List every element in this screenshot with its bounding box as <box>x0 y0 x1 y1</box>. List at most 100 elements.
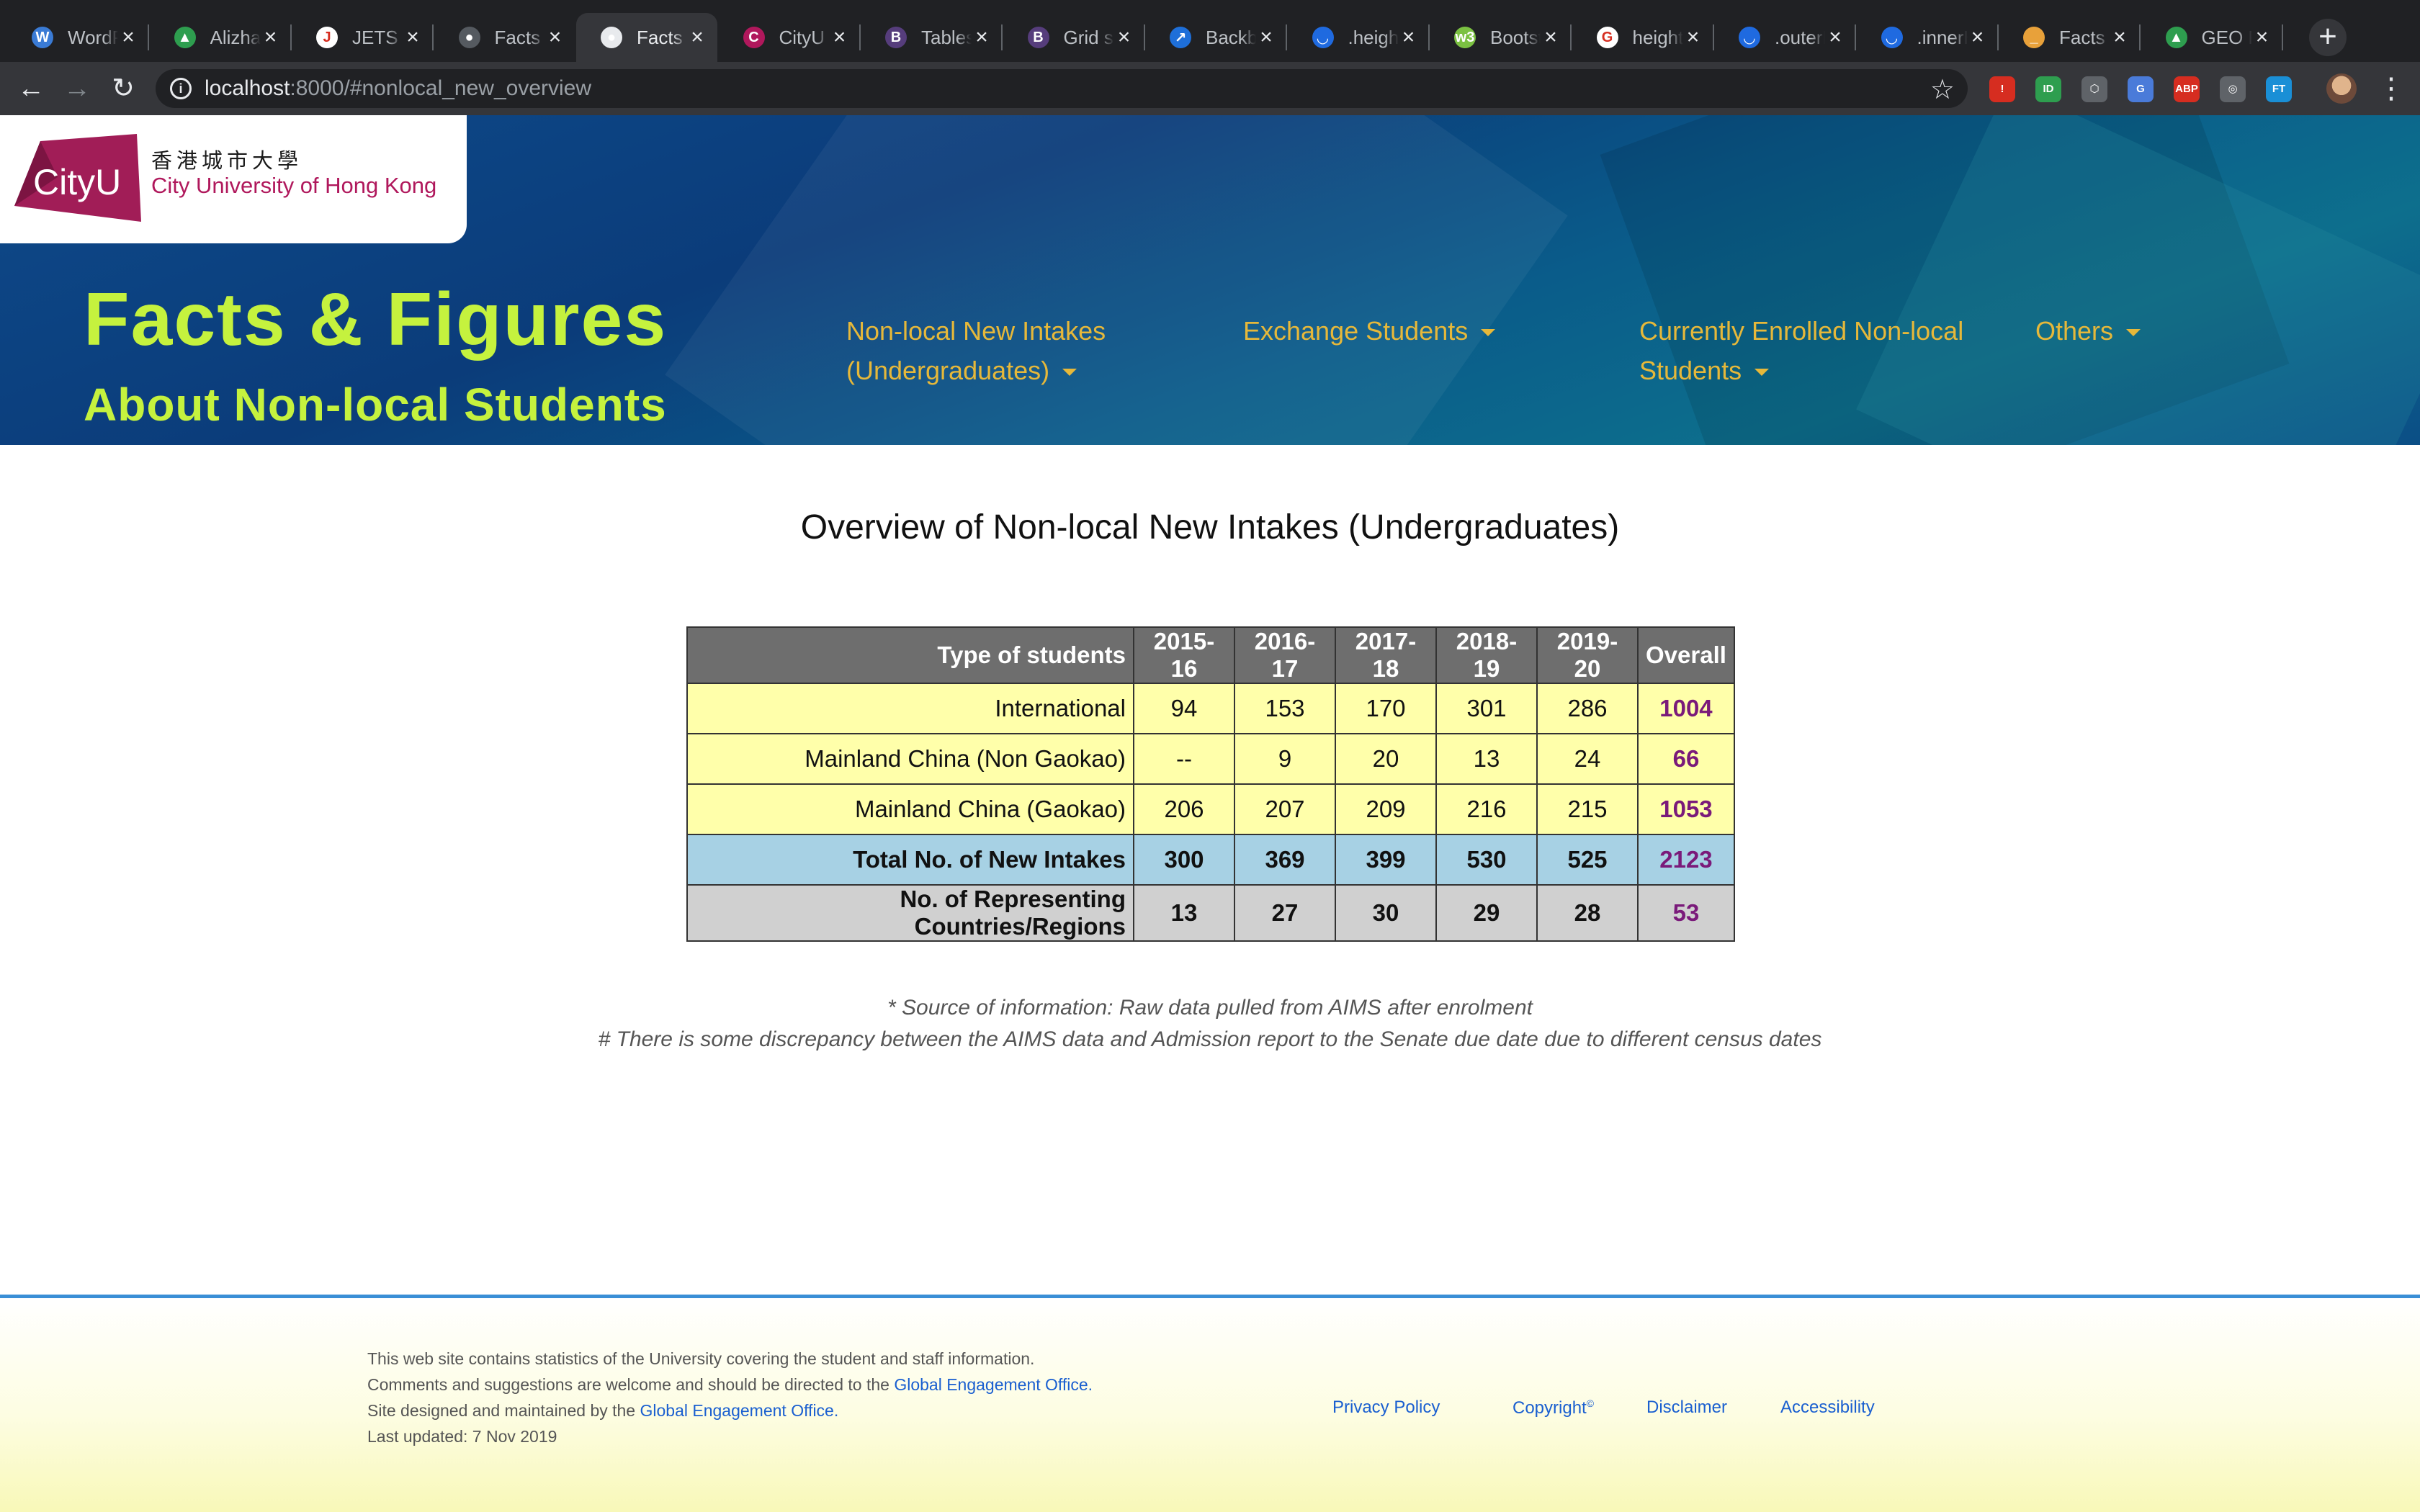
browser-tab[interactable]: J JETS × <box>292 13 434 62</box>
table-cell: 286 <box>1536 683 1639 734</box>
tab-close-icon[interactable]: × <box>2252 25 2272 50</box>
table-cell: 24 <box>1536 733 1639 785</box>
privacy-policy-link[interactable]: Privacy Policy <box>1332 1398 1440 1418</box>
table-cell: 29 <box>1435 884 1538 942</box>
tab-favicon-icon: ◡ <box>1739 27 1760 48</box>
table-cell: 206 <box>1133 783 1235 835</box>
nav-currently-enrolled[interactable]: Currently Enrolled Non-local Students <box>1639 311 1963 390</box>
table-row: No. of Representing Countries/Regions 13 2… <box>686 884 1735 942</box>
extension-icon[interactable]: FT <box>2266 76 2292 102</box>
table-cell: 30 <box>1335 884 1437 942</box>
extension-icon[interactable]: ! <box>1989 76 2015 102</box>
tab-close-icon[interactable]: × <box>1114 25 1134 50</box>
cityu-logo-mark: CityU <box>14 134 141 222</box>
tab-close-icon[interactable]: × <box>545 25 565 50</box>
browser-tab[interactable]: W WordPress× <box>7 13 149 62</box>
browser-tab[interactable]: ▲ GEO Facts× <box>2141 13 2283 62</box>
tab-favicon-icon: ● <box>458 27 480 48</box>
browser-tab[interactable]: ◡ .innerHeight()× <box>1857 13 1999 62</box>
row-label: No. of Representing Countries/Regions <box>686 884 1134 942</box>
table-cell: 153 <box>1234 683 1336 734</box>
copyright-link[interactable]: Copyright© <box>1512 1398 1594 1418</box>
cityu-logo[interactable]: CityU 香港城市大學 City University of Hong Kon… <box>0 115 467 243</box>
tab-close-icon[interactable]: × <box>972 25 992 50</box>
footer-geo-link[interactable]: Global Engagement Office. <box>894 1375 1093 1394</box>
last-updated: Last updated: 7 Nov 2019 <box>367 1427 557 1446</box>
row-label: Mainland China (Gaokao) <box>686 783 1134 835</box>
header-decoration <box>665 115 1568 445</box>
extension-icon[interactable]: ⬡ <box>2081 76 2107 102</box>
back-icon[interactable]: ← <box>13 71 49 107</box>
chevron-down-icon <box>1754 369 1770 377</box>
site-info-icon[interactable]: i <box>170 78 192 99</box>
tab-title: Bootstrap <box>1490 26 1541 48</box>
browser-toolbar: ← → ↻ i localhost:8000/#nonlocal_new_ove… <box>0 62 2420 115</box>
extension-icon[interactable]: ◎ <box>2220 76 2246 102</box>
table-cell: 28 <box>1536 884 1639 942</box>
table-row: Mainland China (Non Gaokao) -- 9 20 13 24 66 <box>686 733 1735 785</box>
nav-others[interactable]: Others <box>2035 311 2141 351</box>
browser-tabstrip: + WWordPress×▲Alizhan×JJETS×●Facts & Fig… <box>0 0 2420 62</box>
tab-favicon-icon: ◡ <box>1881 27 1903 48</box>
chevron-down-icon <box>1481 329 1496 337</box>
footer-geo-link[interactable]: Global Engagement Office. <box>640 1401 839 1420</box>
tab-close-icon[interactable]: × <box>403 25 423 50</box>
browser-menu-icon[interactable]: ⋮ <box>2377 71 2406 107</box>
tab-close-icon[interactable]: × <box>687 25 707 50</box>
tab-close-icon[interactable]: × <box>830 25 850 50</box>
tab-close-icon[interactable]: × <box>1399 25 1419 50</box>
browser-tab[interactable]: w3 Bootstrap× <box>1430 13 1572 62</box>
browser-tab[interactable]: ↗ Backbone× <box>1145 13 1287 62</box>
logo-english-name: City University of Hong Kong <box>151 173 437 198</box>
tab-close-icon[interactable]: × <box>1256 25 1276 50</box>
table-cell: -- <box>1133 733 1235 785</box>
browser-tab[interactable]: B Grid system× <box>1003 13 1145 62</box>
browser-tab[interactable]: _ Facts & Figures× <box>1999 13 2141 62</box>
tab-favicon-icon: ▲ <box>2165 27 2187 48</box>
extension-icon[interactable]: ABP <box>2174 76 2200 102</box>
bookmark-star-icon[interactable]: ☆ <box>1930 73 1955 106</box>
discrepancy-note: # There is some discrepancy between the … <box>598 1027 1822 1051</box>
tab-close-icon[interactable]: × <box>1541 25 1561 50</box>
browser-tab[interactable]: ◡ .height()× <box>1288 13 1430 62</box>
nav-exchange-students[interactable]: Exchange Students <box>1243 311 1496 351</box>
forward-icon[interactable]: → <box>59 71 95 107</box>
tab-close-icon[interactable]: × <box>261 25 281 50</box>
table-cell: 9 <box>1234 733 1336 785</box>
table-cell: 369 <box>1234 834 1336 886</box>
tab-close-icon[interactable]: × <box>2110 25 2130 50</box>
tab-favicon-icon: W <box>32 27 53 48</box>
table-cell: 525 <box>1536 834 1639 886</box>
overall-cell: 2123 <box>1637 834 1735 886</box>
row-label: Mainland China (Non Gaokao) <box>686 733 1134 785</box>
browser-tab[interactable]: ● Facts & Figures× <box>576 13 717 62</box>
page-heading: Facts & Figures <box>84 278 668 361</box>
profile-avatar[interactable] <box>2326 73 2357 104</box>
table-header: Type of students <box>686 626 1134 684</box>
disclaimer-link[interactable]: Disclaimer <box>1646 1398 1727 1418</box>
browser-tab[interactable]: ● Facts & Figures× <box>434 13 575 62</box>
browser-tab[interactable]: ◡ .outerHeight()× <box>1714 13 1856 62</box>
address-bar[interactable]: i localhost:8000/#nonlocal_new_overview … <box>156 69 1968 108</box>
intakes-table: Type of students 2015-16 2016-17 2017-18… <box>686 626 1735 942</box>
tab-title: Facts & Figures <box>2059 26 2110 48</box>
extension-icon[interactable]: ID <box>2035 76 2061 102</box>
browser-tab[interactable]: ▲ Alizhan× <box>150 13 292 62</box>
tab-title: Alizhan <box>210 26 261 48</box>
browser-tab[interactable]: Gheight × <box>1572 13 1714 62</box>
tab-close-icon[interactable]: × <box>1825 25 1845 50</box>
tab-favicon-icon: G <box>1596 27 1618 48</box>
tab-close-icon[interactable]: × <box>1968 25 1988 50</box>
extension-icon[interactable]: G <box>2128 76 2154 102</box>
tab-close-icon[interactable]: × <box>1683 25 1703 50</box>
accessibility-link[interactable]: Accessibility <box>1780 1398 1875 1418</box>
browser-tab[interactable]: B Tables × <box>861 13 1003 62</box>
chevron-down-icon <box>2126 329 2141 337</box>
tab-favicon-icon: C <box>743 27 765 48</box>
tab-title: GEO Facts <box>2201 26 2252 48</box>
new-tab-button[interactable]: + <box>2309 19 2347 56</box>
nav-nonlocal-new-intakes[interactable]: Non-local New Intakes (Undergraduates) <box>846 311 1106 390</box>
reload-icon[interactable]: ↻ <box>105 71 141 107</box>
browser-tab[interactable]: C CityU × <box>719 13 861 62</box>
tab-close-icon[interactable]: × <box>118 25 138 50</box>
